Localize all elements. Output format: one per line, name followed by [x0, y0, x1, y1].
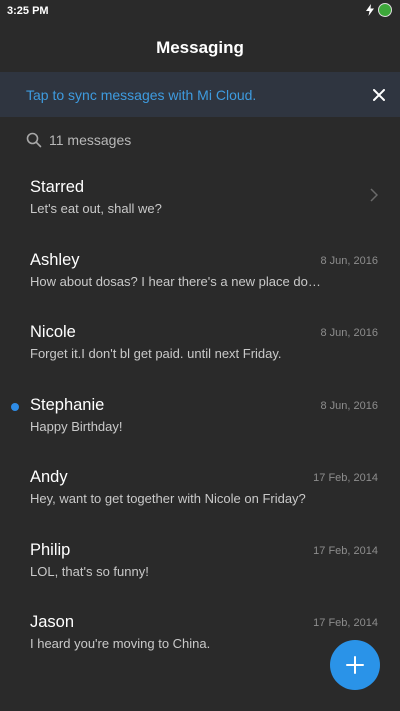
conversation-name: Ashley — [30, 250, 80, 269]
chevron-right-icon — [370, 188, 378, 202]
unread-dot-icon — [11, 402, 19, 411]
conversation-preview: How about dosas? I hear there's a new pl… — [30, 273, 321, 289]
battery-indicator-icon — [379, 4, 391, 16]
conversation-date: 17 Feb, 2014 — [313, 617, 378, 629]
conversation-starred[interactable]: Starred Let's eat out, shall we? — [0, 163, 400, 236]
conversation-date: 8 Jun, 2016 — [320, 399, 379, 412]
conversation-name: Starred — [30, 178, 85, 196]
sync-banner-text[interactable]: Tap to sync messages with Mi Cloud. — [26, 87, 364, 103]
search-icon — [26, 132, 42, 148]
conversation-preview: Happy Birthday! — [30, 418, 123, 434]
plus-icon — [346, 656, 364, 674]
conversation-list: Starred Let's eat out, shall we? Ashley … — [0, 163, 400, 671]
close-banner-button[interactable] — [364, 80, 394, 110]
conversation-nicole[interactable]: Nicole 8 Jun, 2016 Forget it.I don't bl … — [0, 308, 400, 381]
conversation-name: Stephanie — [30, 395, 105, 414]
conversation-preview: LOL, that's so funny! — [30, 563, 149, 579]
conversation-name: Andy — [30, 468, 68, 486]
conversation-date: 8 Jun, 2016 — [320, 327, 379, 339]
header: Messaging — [0, 24, 400, 72]
conversation-andy[interactable]: Andy 17 Feb, 2014 Hey, want to get toget… — [0, 453, 400, 526]
sync-banner[interactable]: Tap to sync messages with Mi Cloud. — [0, 72, 400, 117]
conversation-preview: Hey, want to get together with Nicole on… — [30, 491, 306, 506]
conversation-name: Nicole — [30, 323, 76, 341]
conversation-stephanie[interactable]: Stephanie 8 Jun, 2016 Happy Birthday! — [0, 381, 400, 454]
conversation-preview: Forget it.I don't bl get paid. until nex… — [30, 346, 282, 361]
conversation-date: 8 Jun, 2016 — [320, 254, 379, 267]
conversation-name: Jason — [30, 613, 75, 631]
charging-bolt-icon — [366, 4, 374, 16]
status-bar: 3:25 PM — [0, 0, 400, 24]
status-icons — [366, 4, 391, 16]
conversation-philip[interactable]: Philip 17 Feb, 2014 LOL, that's so funny… — [0, 526, 400, 599]
close-icon — [373, 88, 385, 101]
conversation-name: Philip — [30, 540, 71, 559]
search-bar[interactable]: 11 messages — [0, 120, 400, 160]
conversation-preview: Let's eat out, shall we? — [30, 201, 162, 216]
conversation-ashley[interactable]: Ashley 8 Jun, 2016 How about dosas? I he… — [0, 236, 400, 309]
conversation-preview: I heard you're moving to China. — [30, 636, 211, 651]
page-title: Messaging — [156, 38, 244, 57]
search-input[interactable]: 11 messages — [49, 132, 131, 148]
new-message-button[interactable] — [330, 640, 380, 690]
status-time: 3:25 PM — [7, 5, 49, 17]
conversation-date: 17 Feb, 2014 — [313, 544, 378, 557]
conversation-date: 17 Feb, 2014 — [313, 472, 378, 484]
